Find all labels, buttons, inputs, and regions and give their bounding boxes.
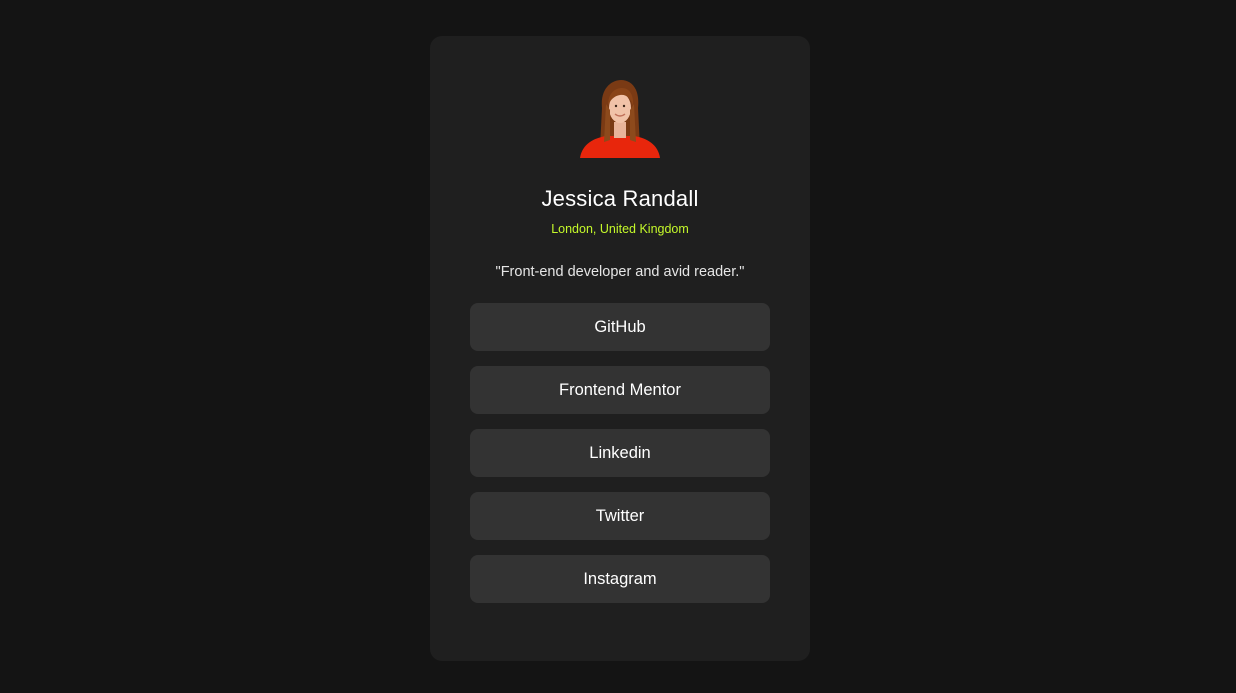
avatar — [576, 78, 664, 158]
person-photo-icon — [580, 80, 660, 158]
frontend-mentor-link-button[interactable]: Frontend Mentor — [470, 366, 770, 414]
profile-bio: "Front-end developer and avid reader." — [495, 263, 745, 280]
social-links-list: GitHub Frontend Mentor Linkedin Twitter … — [470, 303, 770, 603]
github-link-button[interactable]: GitHub — [470, 303, 770, 351]
linkedin-link-button[interactable]: Linkedin — [470, 429, 770, 477]
profile-location: London, United Kingdom — [551, 222, 689, 236]
profile-name: Jessica Randall — [541, 186, 699, 211]
instagram-link-button[interactable]: Instagram — [470, 555, 770, 603]
twitter-link-button[interactable]: Twitter — [470, 492, 770, 540]
profile-card: Jessica Randall London, United Kingdom "… — [430, 36, 810, 661]
